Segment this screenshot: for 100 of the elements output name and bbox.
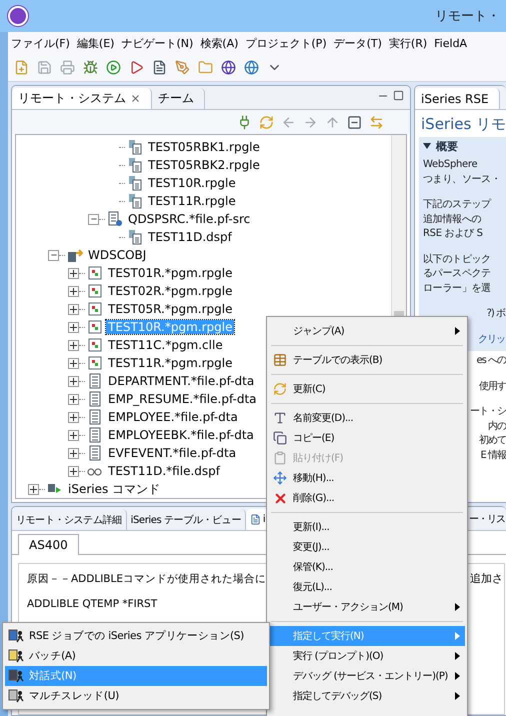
- source-file-icon: [107, 211, 123, 227]
- tree-item[interactable]: TEST11D.*file.dspf: [106, 464, 222, 478]
- menu-item[interactable]: 編集(E): [76, 36, 114, 50]
- menu-item[interactable]: 削除(G)...: [269, 488, 465, 508]
- menu-item[interactable]: FieldA: [434, 36, 468, 50]
- program-icon: [87, 319, 103, 335]
- menu-item[interactable]: 復元(L)...: [269, 577, 465, 597]
- expander-icon[interactable]: [48, 250, 59, 260]
- expander-icon[interactable]: [68, 286, 79, 296]
- menu-item[interactable]: コピー(E): [269, 428, 465, 448]
- expander-icon[interactable]: [68, 268, 79, 278]
- expander-icon[interactable]: [68, 412, 79, 422]
- expander-icon[interactable]: [68, 394, 79, 404]
- tree-item[interactable]: iSeries コマンド: [66, 480, 162, 498]
- bug-icon[interactable]: [83, 60, 98, 75]
- panel-tab[interactable]: リモート・システム詳細: [12, 509, 127, 530]
- tree-item[interactable]: TEST11R.*pgm.rpgle: [106, 356, 234, 370]
- app-logo-icon: [8, 6, 28, 26]
- delete-icon: [273, 491, 288, 506]
- tree-item[interactable]: TEST05RBK1.rpgle: [146, 140, 262, 154]
- menu-item[interactable]: 検索(A): [200, 36, 238, 50]
- menu-item[interactable]: 実行(R): [388, 36, 428, 50]
- running-figure-icon: [8, 689, 24, 703]
- help-text: 以下のトピック: [423, 252, 491, 266]
- menu-item[interactable]: テーブルでの表示(B): [269, 350, 465, 370]
- menu-item[interactable]: ジャンプ(A): [269, 321, 465, 341]
- running-figure-icon: [8, 629, 24, 643]
- help-text: WebSphere: [423, 158, 478, 172]
- menu-item[interactable]: 実行 (プロンプト)(O): [269, 646, 465, 666]
- tree-item[interactable]: TEST11R.rpgle: [146, 194, 238, 208]
- table-icon: [273, 353, 287, 367]
- expander-icon[interactable]: [68, 448, 79, 458]
- menu-item[interactable]: RSE ジョブでの iSeries アプリケーション(S): [5, 626, 267, 646]
- panel-tab[interactable]: リモート・システム: [12, 88, 152, 109]
- panel-tab[interactable]: iSeries RSE: [415, 88, 500, 109]
- tree-item[interactable]: TEST02R.*pgm.rpgle: [106, 284, 234, 298]
- tree-item[interactable]: EMP_RESUME.*file.pf-dta: [106, 392, 259, 406]
- document-icon[interactable]: [152, 60, 167, 75]
- tree-item[interactable]: QDSPSRC.*file.pf-src: [126, 212, 252, 226]
- expander-icon[interactable]: [68, 376, 79, 386]
- submenu-arrow-icon: [455, 327, 460, 335]
- help-link[interactable]: クリッ: [478, 332, 505, 347]
- menu-item[interactable]: マルチスレッド(U): [5, 686, 267, 706]
- tree-item[interactable]: WDSCOBJ: [86, 248, 148, 262]
- menu-item[interactable]: データ(T): [334, 36, 382, 50]
- menu-item[interactable]: 移動(H)...: [269, 468, 465, 488]
- expander-icon[interactable]: [68, 322, 79, 332]
- globe-icon[interactable]: [244, 60, 259, 75]
- panel-tab[interactable]: ー・リス: [468, 512, 506, 530]
- data-file-icon: [87, 373, 103, 389]
- tree-item[interactable]: TEST11D.dspf: [146, 230, 234, 244]
- menu-item[interactable]: 変更(J)...: [269, 537, 465, 557]
- menu-item[interactable]: 更新(C): [269, 379, 465, 399]
- submenu-arrow-icon: [455, 672, 460, 680]
- message-text: ADDLIBLE QTEMP *FIRST: [27, 598, 158, 610]
- tree-item[interactable]: TEST10R.rpgle: [146, 176, 238, 190]
- expander-icon[interactable]: [68, 358, 79, 368]
- tree-item[interactable]: TEST11C.*pgm.clle: [106, 338, 225, 352]
- data-file-icon: [87, 391, 103, 407]
- menu-item[interactable]: 保管(K)...: [269, 557, 465, 577]
- tree-item[interactable]: EVFEVENT.*file.pf-dta: [106, 446, 238, 460]
- expander-icon[interactable]: [68, 304, 79, 314]
- menu-item[interactable]: ファイル(F): [11, 36, 70, 50]
- help-text: 初めて: [479, 434, 506, 448]
- menu-item[interactable]: 指定してデバッグ(S): [269, 686, 465, 706]
- system-tab[interactable]: AS400: [18, 534, 79, 555]
- tree-item[interactable]: EMPLOYEE.*file.pf-dta: [106, 410, 240, 424]
- help-text: るパースペクテ: [423, 267, 491, 281]
- tree-item[interactable]: EMPLOYEEBK.*file.pf-dta: [106, 428, 256, 442]
- expander-icon[interactable]: [28, 484, 39, 494]
- message-text: 原因－－ADDLIBLEコマンドが使用された場合に: [27, 572, 266, 586]
- panel-tab[interactable]: チーム: [152, 88, 205, 109]
- program-icon: [87, 355, 103, 371]
- close-icon[interactable]: [130, 93, 141, 104]
- expander-icon[interactable]: [68, 466, 79, 476]
- tree-item[interactable]: DEPARTMENT.*file.pf-dta: [106, 374, 256, 388]
- collapse-all-icon[interactable]: [347, 114, 362, 130]
- help-text: ?) ボ: [486, 307, 505, 321]
- connect-icon[interactable]: [237, 114, 252, 130]
- expander-icon[interactable]: [68, 430, 79, 440]
- tree-item[interactable]: TEST05RBK2.rpgle: [146, 158, 262, 172]
- menu-item[interactable]: 更新(I)...: [269, 517, 465, 537]
- menu-item[interactable]: ナビゲート(N): [121, 36, 194, 50]
- run-icon[interactable]: [106, 60, 121, 75]
- program-icon: [87, 265, 103, 281]
- pen-icon[interactable]: [175, 60, 190, 75]
- menu-item[interactable]: ユーザー・アクション(M): [269, 597, 465, 617]
- menu-item[interactable]: デバッグ (サービス・エントリー)(P): [269, 666, 465, 686]
- expander-icon[interactable]: [68, 340, 79, 350]
- maximize-icon[interactable]: [393, 90, 404, 101]
- sphere-icon[interactable]: [221, 60, 236, 75]
- menu-item[interactable]: バッチ(A): [5, 646, 267, 666]
- source-member-icon: [127, 157, 143, 173]
- tree-item[interactable]: TEST05R.*pgm.rpgle: [106, 302, 234, 316]
- menu-item[interactable]: プロジェクト(P): [245, 36, 327, 50]
- tree-item[interactable]: TEST01R.*pgm.rpgle: [106, 266, 234, 280]
- expand-triangle-icon[interactable]: [423, 143, 431, 149]
- menu-item[interactable]: 名前変更(D)...: [269, 408, 465, 428]
- run-tool-icon[interactable]: [129, 60, 144, 75]
- expander-icon[interactable]: [88, 214, 99, 224]
